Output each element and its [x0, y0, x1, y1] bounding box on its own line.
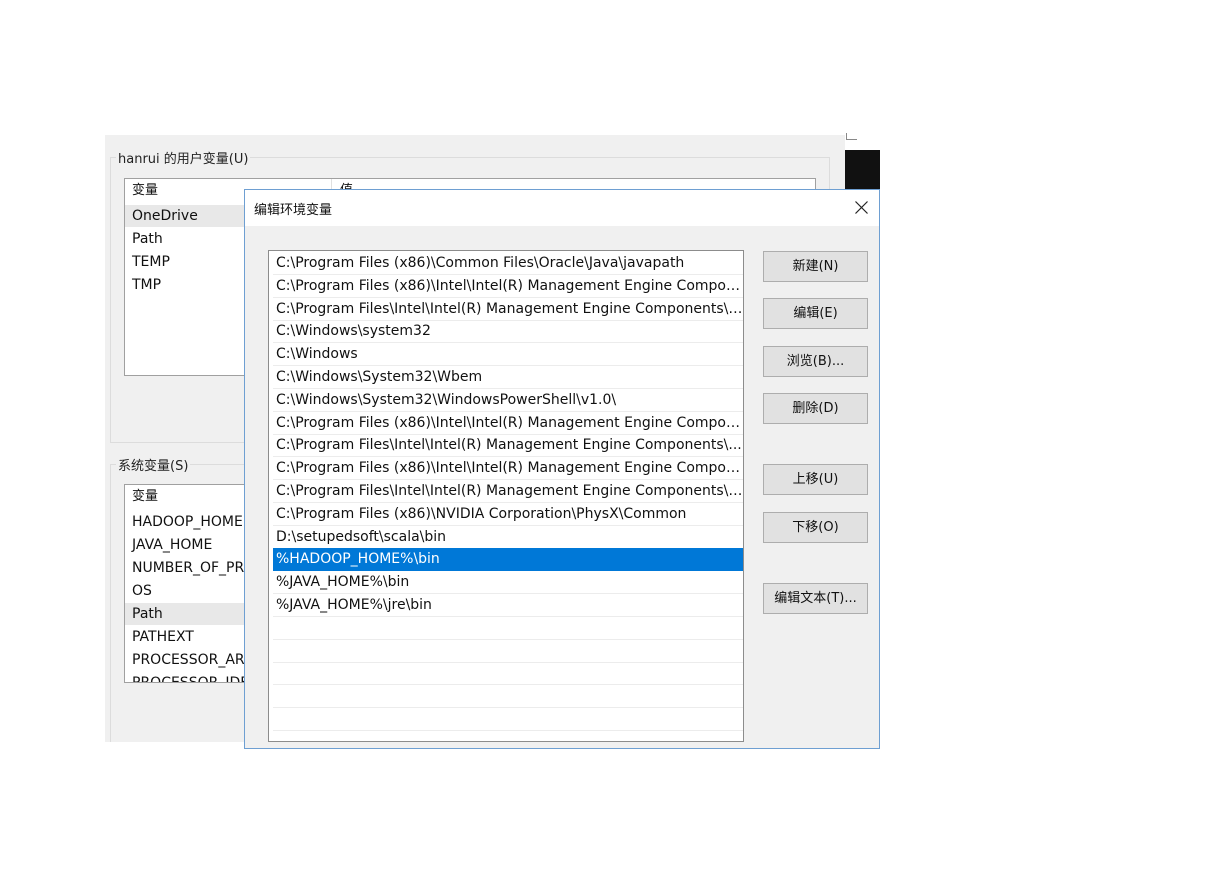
dialog-titlebar: 编辑环境变量 — [245, 190, 879, 226]
path-row[interactable]: C:\Program Files\Intel\Intel(R) Manageme… — [273, 480, 743, 503]
user-vars-title: hanrui 的用户变量(U) — [116, 148, 251, 167]
empty-path-row — [273, 617, 743, 640]
path-row[interactable]: C:\Program Files\Intel\Intel(R) Manageme… — [273, 434, 743, 458]
empty-path-row — [273, 708, 743, 731]
background-resize-mark — [846, 133, 857, 140]
move-up-button[interactable]: 上移(U) — [763, 464, 868, 495]
user-vars-col-name: 变量 — [132, 183, 159, 198]
browse-button[interactable]: 浏览(B)... — [763, 346, 868, 377]
close-button[interactable] — [845, 190, 879, 226]
empty-path-row — [273, 662, 743, 686]
path-row[interactable]: C:\Program Files (x86)\Intel\Intel(R) Ma… — [273, 412, 743, 435]
path-row[interactable]: C:\Program Files (x86)\Intel\Intel(R) Ma… — [273, 275, 743, 298]
path-row[interactable]: C:\Program Files (x86)\NVIDIA Corporatio… — [273, 503, 743, 526]
empty-path-row — [273, 640, 743, 663]
delete-button[interactable]: 删除(D) — [763, 393, 868, 424]
close-icon — [855, 201, 868, 214]
edit-env-var-dialog: 编辑环境变量 C:\Program Files (x86)\Common Fil… — [244, 189, 880, 749]
empty-path-row — [273, 685, 743, 709]
edit-button[interactable]: 编辑(E) — [763, 298, 868, 329]
move-down-button[interactable]: 下移(O) — [763, 512, 868, 543]
path-row[interactable]: %HADOOP_HOME%\bin — [273, 548, 743, 572]
path-row[interactable]: C:\Windows\system32 — [273, 320, 743, 344]
path-list[interactable]: C:\Program Files (x86)\Common Files\Orac… — [268, 250, 744, 742]
path-row[interactable]: C:\Windows\System32\WindowsPowerShell\v1… — [273, 389, 743, 412]
path-row[interactable]: C:\Windows\System32\Wbem — [273, 366, 743, 389]
path-row[interactable]: C:\Program Files (x86)\Common Files\Orac… — [273, 252, 743, 275]
system-vars-title: 系统变量(S) — [116, 455, 191, 474]
dialog-title: 编辑环境变量 — [254, 203, 333, 218]
path-row[interactable]: %JAVA_HOME%\bin — [273, 571, 743, 595]
background-dark-region — [845, 150, 880, 190]
path-row[interactable]: D:\setupedsoft\scala\bin — [273, 526, 743, 549]
path-row[interactable]: C:\Program Files\Intel\Intel(R) Manageme… — [273, 298, 743, 321]
screenshot-stage: hanrui 的用户变量(U) 变量 值 OneDrive Path TEMP … — [0, 0, 1228, 869]
path-row[interactable]: C:\Windows — [273, 343, 743, 367]
edit-text-button[interactable]: 编辑文本(T)... — [763, 583, 868, 614]
path-row[interactable]: %JAVA_HOME%\jre\bin — [273, 594, 743, 617]
path-row[interactable]: C:\Program Files (x86)\Intel\Intel(R) Ma… — [273, 457, 743, 481]
new-button[interactable]: 新建(N) — [763, 251, 868, 282]
